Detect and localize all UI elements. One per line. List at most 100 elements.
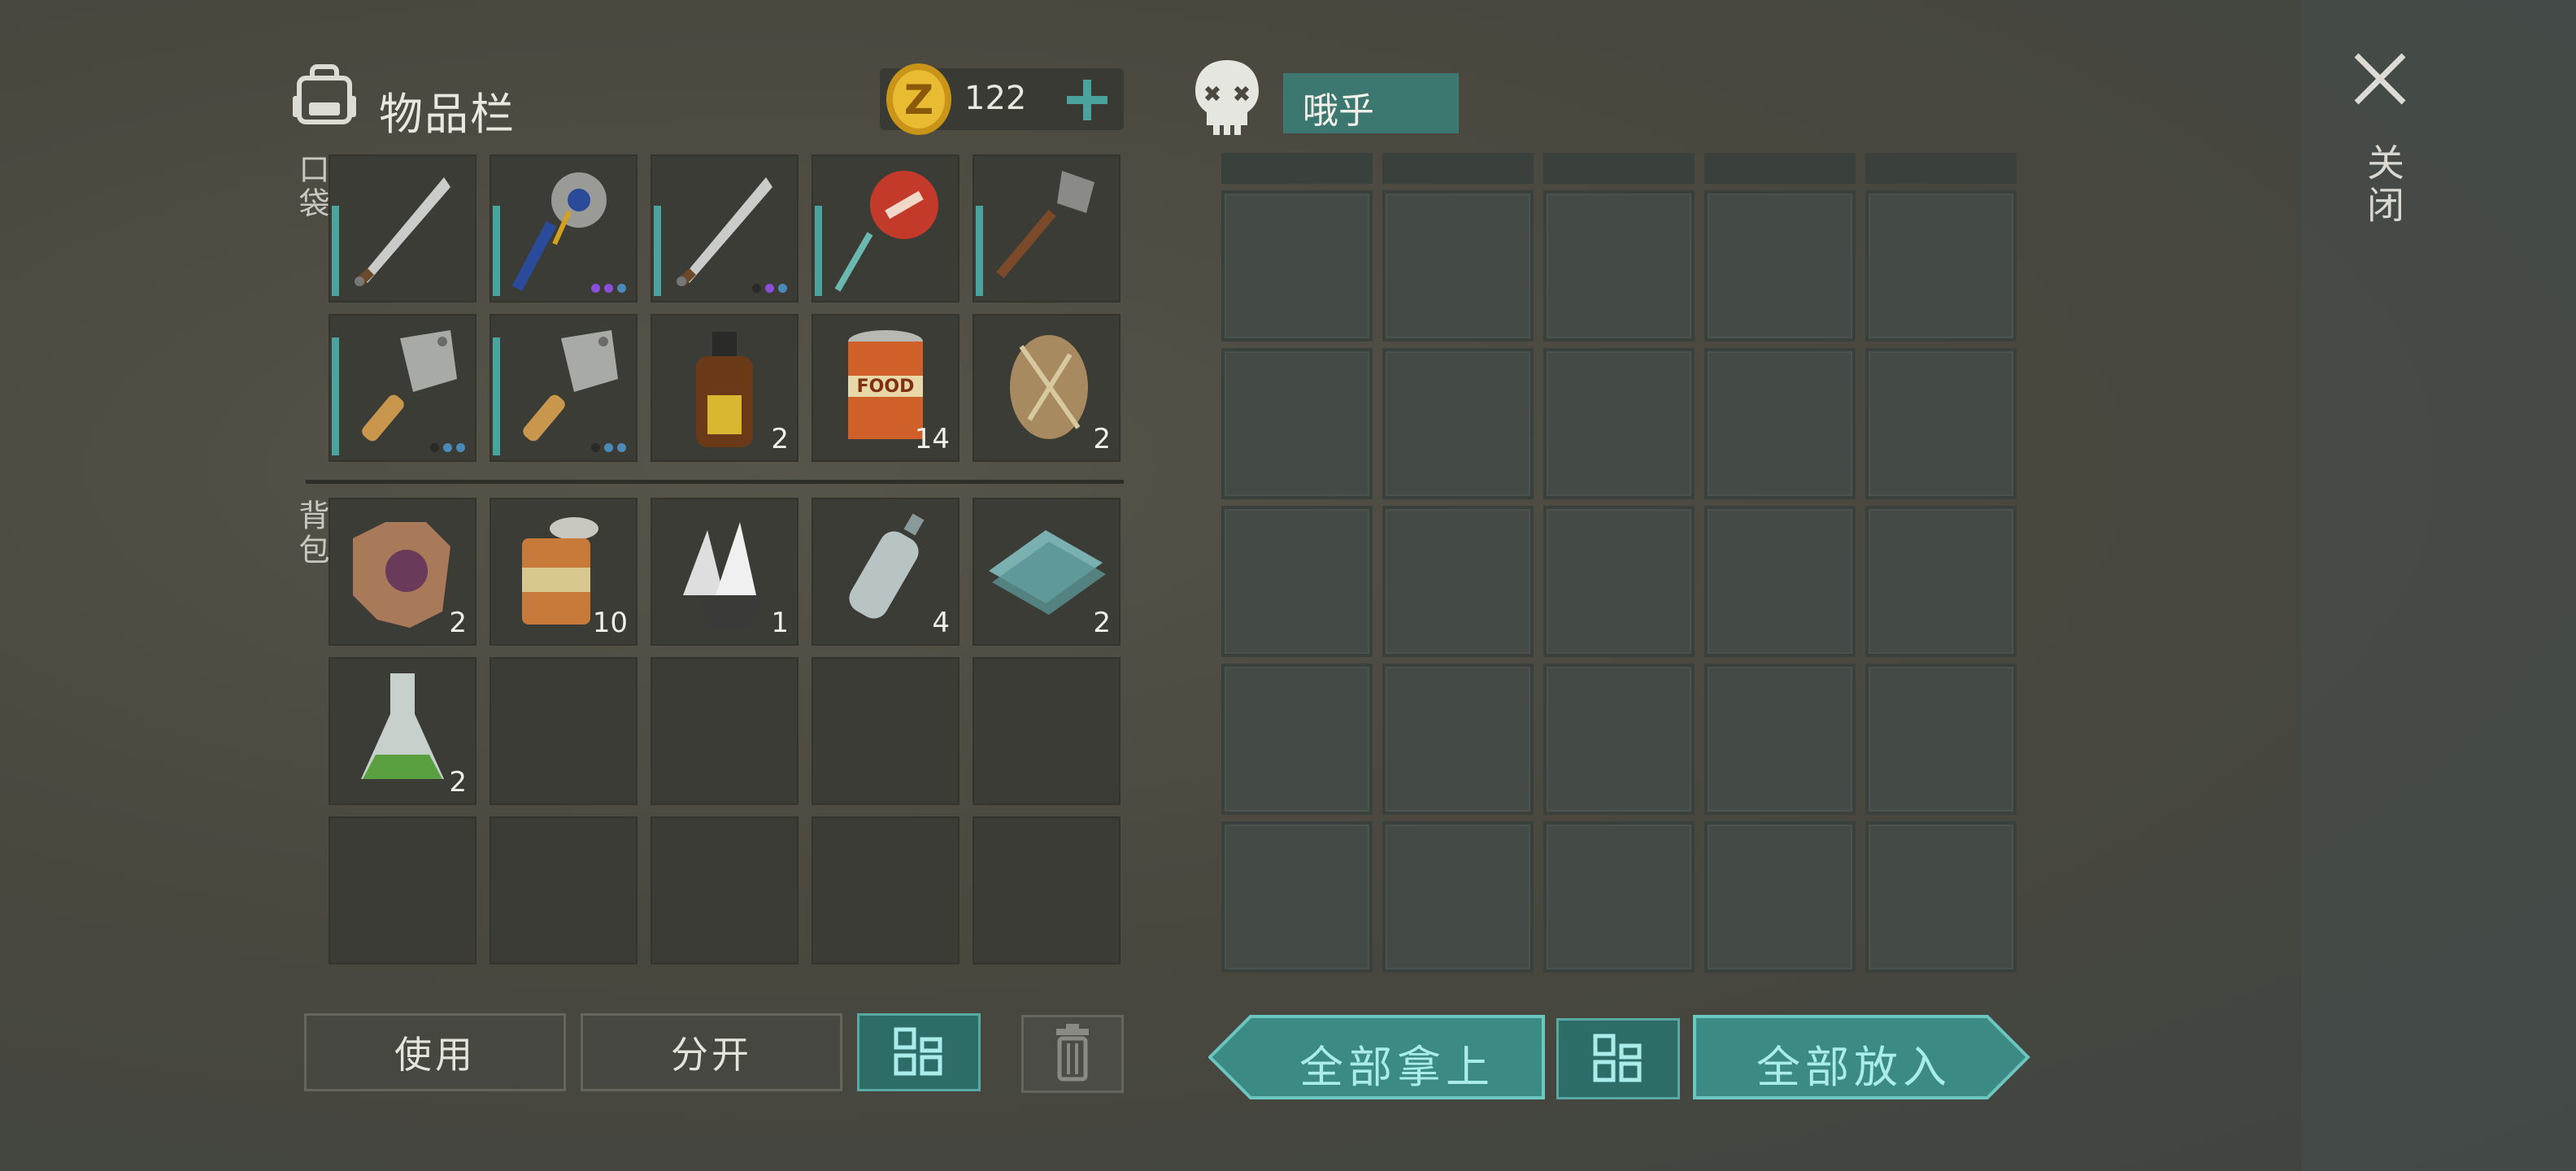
grid-sort-icon [1593, 1034, 1642, 1082]
rarity-dot [604, 284, 613, 293]
container-slot[interactable] [1865, 506, 2017, 657]
sort-button[interactable] [857, 1013, 981, 1091]
durability-bar [815, 206, 822, 296]
rarity-dot [617, 443, 626, 452]
container-sort-button[interactable] [1556, 1018, 1680, 1099]
container-slot[interactable] [1382, 821, 1534, 973]
container-slot[interactable] [1221, 664, 1373, 815]
shovel-icon [996, 171, 1094, 279]
side-panel [2301, 0, 2576, 1171]
inventory-slot[interactable]: 2 [651, 314, 798, 462]
inventory-slot[interactable] [973, 155, 1120, 303]
item-quantity: 2 [1093, 607, 1111, 639]
grid-sort-icon [894, 1027, 942, 1076]
inventory-title: 物品栏 [379, 89, 516, 140]
skull-icon [1195, 60, 1259, 135]
container-slot[interactable] [1865, 348, 2017, 499]
empty-slot[interactable] [490, 657, 637, 805]
container-slot[interactable] [1382, 506, 1534, 657]
machete-icon [677, 177, 772, 286]
backpack-icon [293, 64, 356, 124]
svg-text:Z: Z [904, 76, 933, 124]
rarity-dot [443, 443, 452, 452]
container-column-header [1221, 153, 1373, 184]
add-coins-button[interactable] [1062, 75, 1112, 125]
backpack-label: 背包 [294, 499, 329, 568]
container-slot[interactable] [1704, 190, 1856, 342]
use-button[interactable]: 使用 [304, 1013, 566, 1091]
durability-bar [332, 337, 339, 455]
inventory-slot[interactable]: 2 [329, 498, 476, 646]
split-button[interactable]: 分开 [581, 1013, 842, 1091]
container-slot[interactable] [1704, 506, 1856, 657]
inventory-slot[interactable] [329, 314, 476, 462]
item-quantity: 2 [449, 607, 467, 639]
container-slot[interactable] [1865, 821, 2017, 973]
cleaver-icon [362, 330, 457, 442]
delete-button[interactable] [1021, 1015, 1124, 1093]
close-label[interactable]: 关闭 [2356, 143, 2410, 228]
container-slot[interactable] [1543, 506, 1695, 657]
empty-slot[interactable] [812, 816, 959, 964]
empty-slot[interactable] [812, 657, 959, 805]
item-quantity: 2 [1093, 423, 1111, 455]
empty-slot[interactable] [490, 816, 637, 964]
put-all-label: 全部放入 [1756, 1042, 1952, 1093]
container-slot[interactable] [1704, 821, 1856, 973]
empty-slot[interactable] [651, 816, 798, 964]
container-slot[interactable] [1382, 348, 1534, 499]
inventory-slot[interactable] [490, 314, 637, 462]
inventory-slot[interactable]: 4 [812, 498, 959, 646]
container-slot[interactable] [1221, 821, 1373, 973]
rarity-dot [604, 443, 613, 452]
empty-slot[interactable] [973, 657, 1120, 805]
container-column-header [1382, 153, 1534, 184]
inventory-slot[interactable] [329, 155, 476, 303]
container-slot[interactable] [1221, 348, 1373, 499]
rarity-dot [591, 443, 600, 452]
container-slot[interactable] [1543, 190, 1695, 342]
container-name-box[interactable]: 哦乎 [1283, 73, 1459, 133]
container-slot[interactable] [1221, 190, 1373, 342]
empty-slot[interactable] [329, 816, 476, 964]
coin-count: 122 [964, 80, 1027, 117]
rarity-dot [456, 443, 465, 452]
inventory-slot[interactable]: FOOD 14 [812, 314, 959, 462]
durability-bar [332, 206, 339, 296]
rarity-dot [430, 443, 439, 452]
stop-sign-icon [834, 171, 938, 292]
inventory-slot[interactable] [812, 155, 959, 303]
inventory-slot[interactable]: 2 [973, 498, 1120, 646]
rarity-dots [430, 443, 465, 452]
rarity-dot [752, 284, 761, 293]
durability-bar [493, 337, 500, 455]
empty-slot[interactable] [973, 816, 1120, 964]
container-slot[interactable] [1704, 348, 1856, 499]
inventory-slot[interactable] [651, 155, 798, 303]
container-slot[interactable] [1865, 664, 2017, 815]
item-quantity: 4 [932, 607, 950, 639]
inventory-slot[interactable]: 2 [973, 314, 1120, 462]
container-slot[interactable] [1543, 821, 1695, 973]
durability-bar [654, 206, 661, 296]
empty-slot[interactable] [651, 657, 798, 805]
cleaver-icon [523, 330, 618, 442]
close-icon[interactable] [2350, 49, 2410, 109]
rarity-dots [752, 284, 787, 293]
container-slot[interactable] [1543, 348, 1695, 499]
inventory-slot[interactable]: 2 [329, 657, 476, 805]
container-slot[interactable] [1221, 506, 1373, 657]
container-slot[interactable] [1704, 664, 1856, 815]
inventory-slot[interactable]: 10 [490, 498, 637, 646]
container-slot[interactable] [1865, 190, 2017, 342]
rarity-dot [778, 284, 787, 293]
section-divider [306, 480, 1124, 484]
trash-icon [1056, 1024, 1089, 1082]
inventory-slot[interactable]: 1 [651, 498, 798, 646]
machete-icon [355, 177, 450, 286]
container-slot[interactable] [1543, 664, 1695, 815]
container-slot[interactable] [1382, 664, 1534, 815]
container-column-header [1865, 153, 2017, 184]
inventory-slot[interactable] [490, 155, 637, 303]
container-slot[interactable] [1382, 190, 1534, 342]
